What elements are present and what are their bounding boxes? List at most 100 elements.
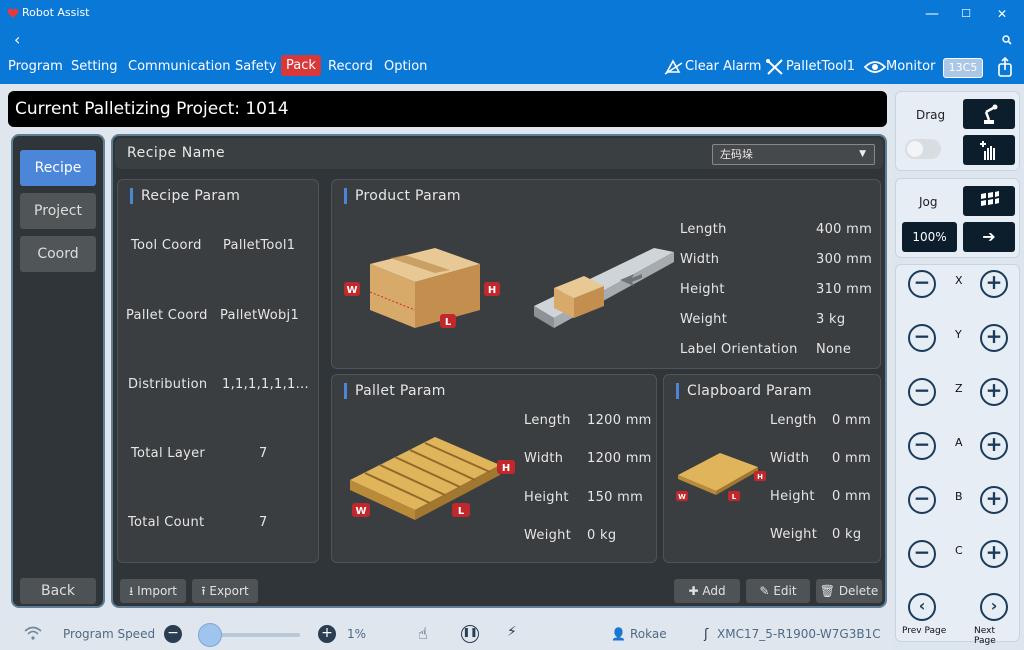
delete-button[interactable]: 🗑 Delete <box>816 579 882 603</box>
nav-project[interactable]: Project <box>20 193 96 229</box>
recipe-select[interactable]: 左码垛 ▼ <box>712 144 875 165</box>
dim-l-label: L <box>445 317 452 328</box>
clapboard-length-value: 0 mm <box>832 413 871 428</box>
total-count-label: Total Count <box>128 515 205 530</box>
pallet-length-label: Length <box>524 413 571 428</box>
close-button[interactable]: ✕ <box>985 0 1019 28</box>
z-plus-button[interactable]: + <box>980 378 1008 406</box>
maximize-button[interactable]: ☐ <box>949 0 983 28</box>
distribution-label: Distribution <box>128 377 208 392</box>
a-plus-button[interactable]: + <box>980 432 1008 460</box>
product-width-value: 300 mm <box>816 252 873 267</box>
pallet-dim-h-label: H <box>502 463 510 474</box>
pause-button[interactable]: ❚❚ <box>461 625 479 643</box>
app-window: Robot Assist — ☐ ✕ ‹ Program Setting Com… <box>0 0 1024 650</box>
app-logo-icon <box>7 8 19 18</box>
hand-guide-button[interactable] <box>963 135 1015 165</box>
title-bar: Robot Assist — ☐ ✕ <box>0 0 1024 28</box>
product-param-title: Product Param <box>344 188 461 204</box>
menu-option[interactable]: Option <box>384 59 427 74</box>
pallet-param-panel: Pallet Param W L H Length 1200 mm Width … <box>331 374 657 563</box>
add-button[interactable]: ✚ Add <box>674 579 740 603</box>
power-bolt-icon[interactable]: ⚡ <box>507 624 517 640</box>
robot-arm-button[interactable] <box>963 99 1015 129</box>
jog-speed-button[interactable]: 100% <box>902 222 957 252</box>
prev-page-label: Prev Page <box>902 626 947 636</box>
axis-z-label: Z <box>955 382 963 395</box>
import-button[interactable]: ⭳ Import <box>120 579 186 603</box>
label-orientation-value: None <box>816 342 852 357</box>
clapboard-width-value: 0 mm <box>832 451 871 466</box>
clapboard-weight-label: Weight <box>770 527 818 542</box>
jog-section: Jog 100% ➔ <box>895 178 1020 258</box>
plus-icon: ✚ <box>688 584 699 598</box>
user-name: Rokae <box>630 627 667 641</box>
nav-recipe[interactable]: Recipe <box>20 150 96 186</box>
export-button[interactable]: ⭱ Export <box>192 579 258 603</box>
pallet-dim-w-label: W <box>355 506 366 517</box>
tool-icon[interactable] <box>765 58 785 76</box>
product-weight-value: 3 kg <box>816 312 846 327</box>
back-arrow-icon[interactable]: ‹ <box>14 30 20 49</box>
prev-page-button[interactable]: ‹ <box>908 593 936 621</box>
recipe-select-value: 左码垛 <box>720 148 753 161</box>
a-minus-button[interactable]: − <box>908 432 936 460</box>
clear-alarm-button[interactable]: Clear Alarm <box>685 59 761 74</box>
left-nav: Recipe Project Coord Back <box>11 134 105 608</box>
import-icon: ⭳ <box>129 584 134 598</box>
jog-step-button[interactable]: ➔ <box>963 222 1015 252</box>
double-arrow-icon: ➔ <box>982 227 996 246</box>
program-speed-slider[interactable] <box>198 623 300 647</box>
x-plus-button[interactable]: + <box>980 270 1008 298</box>
c-minus-button[interactable]: − <box>908 540 936 568</box>
pallet-height-label: Height <box>524 490 569 505</box>
search-icon[interactable] <box>1002 35 1012 45</box>
hand-icon[interactable]: ☝ <box>418 624 428 643</box>
export-icon: ⭱ <box>201 584 206 598</box>
pallet-width-value: 1200 mm <box>587 451 652 466</box>
eye-icon[interactable] <box>864 60 886 74</box>
upload-icon[interactable] <box>997 57 1013 77</box>
x-minus-button[interactable]: − <box>908 270 936 298</box>
nav-coord[interactable]: Coord <box>20 236 96 272</box>
clapboard-width-label: Width <box>770 451 810 466</box>
jog-grid-button[interactable] <box>963 186 1015 216</box>
speed-decrease-button[interactable]: − <box>164 625 182 643</box>
pallet-tool-button[interactable]: PalletTool1 <box>786 59 855 74</box>
total-layer-value: 7 <box>259 446 268 461</box>
dropdown-caret-icon: ▼ <box>859 149 866 159</box>
add-label: Add <box>702 584 726 598</box>
minimize-button[interactable]: — <box>915 0 949 28</box>
y-minus-button[interactable]: − <box>908 324 936 352</box>
next-page-button[interactable]: › <box>980 593 1008 621</box>
menu-setting[interactable]: Setting <box>71 59 118 74</box>
speed-slider-knob[interactable] <box>198 623 222 647</box>
clapboard-height-value: 0 mm <box>832 489 871 504</box>
drag-toggle[interactable] <box>905 139 941 159</box>
monitor-button[interactable]: Monitor <box>886 59 935 74</box>
clear-alarm-icon[interactable] <box>664 58 684 76</box>
recipe-toolbar: ⭳ Import ⭱ Export ✚ Add ✎ Edit 🗑 Delete <box>115 576 883 606</box>
robot-control-panel: Drag Jog 100% ➔ − X + − Y + − Z + − A + … <box>895 91 1022 646</box>
import-label: Import <box>137 584 177 598</box>
total-layer-label: Total Layer <box>131 446 206 461</box>
edit-button[interactable]: ✎ Edit <box>746 579 810 603</box>
y-plus-button[interactable]: + <box>980 324 1008 352</box>
hand-plus-icon <box>980 141 995 160</box>
menu-program[interactable]: Program <box>8 59 63 74</box>
controller-icon: ʃ <box>704 627 709 642</box>
tool-coord-label: Tool Coord <box>131 238 202 253</box>
speed-increase-button[interactable]: + <box>318 625 336 643</box>
b-plus-button[interactable]: + <box>980 486 1008 514</box>
dim-h-label: H <box>488 285 496 296</box>
product-weight-label: Weight <box>680 312 728 327</box>
c-plus-button[interactable]: + <box>980 540 1008 568</box>
menu-pack[interactable]: Pack <box>281 55 321 76</box>
back-button[interactable]: Back <box>20 578 96 604</box>
menu-safety[interactable]: Safety <box>235 59 277 74</box>
b-minus-button[interactable]: − <box>908 486 936 514</box>
z-minus-button[interactable]: − <box>908 378 936 406</box>
menu-record[interactable]: Record <box>328 59 373 74</box>
clap-dim-w-label: W <box>678 493 686 501</box>
menu-communication[interactable]: Communication <box>128 59 230 74</box>
